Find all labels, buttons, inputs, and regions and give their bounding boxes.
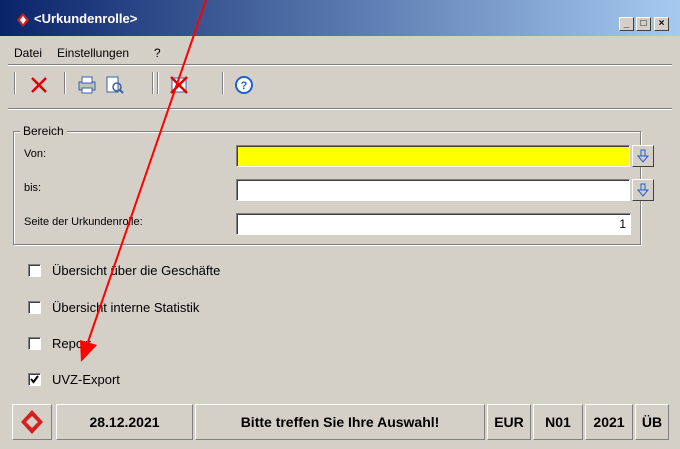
close-button[interactable]: ×: [654, 17, 669, 31]
arrow-down-icon: [636, 183, 650, 197]
help-icon[interactable]: ?: [233, 74, 255, 96]
option-label: Report: [52, 336, 92, 351]
page-label: Seite der Urkundenrolle:: [24, 216, 143, 228]
maximize-button[interactable]: □: [636, 17, 651, 31]
toolbar-separator: [152, 72, 154, 94]
arrow-down-icon: [636, 149, 650, 163]
status-currency: EUR: [487, 404, 531, 440]
window-title: <Urkundenrolle>: [34, 11, 138, 26]
status-year: 2021: [585, 404, 633, 440]
svg-text:?: ?: [241, 80, 248, 92]
from-dropdown-button[interactable]: [632, 145, 654, 167]
status-date: 28.12.2021: [56, 404, 193, 440]
delete-x-icon[interactable]: [28, 74, 50, 96]
option-label: UVZ-Export: [52, 372, 120, 387]
menu-datei[interactable]: Datei: [14, 46, 42, 60]
to-label: bis:: [24, 182, 42, 194]
minimize-button[interactable]: _: [619, 17, 634, 31]
print-preview-icon[interactable]: [104, 74, 126, 96]
status-logo: [12, 404, 52, 440]
range-group-label: Bereich: [20, 124, 67, 138]
menu-divider: [8, 64, 672, 66]
toolbar-divider: [8, 108, 672, 110]
checkbox[interactable]: [28, 301, 41, 314]
status-mode: ÜB: [635, 404, 669, 440]
menu-help[interactable]: ?: [154, 46, 161, 60]
from-input[interactable]: [236, 145, 630, 167]
checkmark-icon: [30, 375, 39, 384]
toolbar-separator: [64, 72, 66, 94]
printer-icon[interactable]: [76, 74, 98, 96]
toolbar-separator: [157, 72, 159, 94]
crossed-out-icon[interactable]: [168, 74, 190, 96]
option-label: Übersicht über die Geschäfte: [52, 263, 221, 278]
checkbox-checked[interactable]: [28, 373, 41, 386]
page-input[interactable]: 1: [236, 213, 631, 235]
app-icon: [17, 13, 29, 27]
menu-einstellungen[interactable]: Einstellungen: [57, 46, 129, 60]
option-label: Übersicht interne Statistik: [52, 300, 200, 315]
toolbar-separator: [14, 72, 16, 94]
status-message: Bitte treffen Sie Ihre Auswahl!: [195, 404, 485, 440]
toolbar-separator: [222, 72, 224, 94]
from-label: Von:: [24, 148, 47, 160]
to-dropdown-button[interactable]: [632, 179, 654, 201]
status-code: N01: [533, 404, 583, 440]
checkbox[interactable]: [28, 337, 41, 350]
checkbox[interactable]: [28, 264, 41, 277]
to-input[interactable]: [236, 179, 630, 201]
app-logo-icon: [21, 410, 43, 434]
